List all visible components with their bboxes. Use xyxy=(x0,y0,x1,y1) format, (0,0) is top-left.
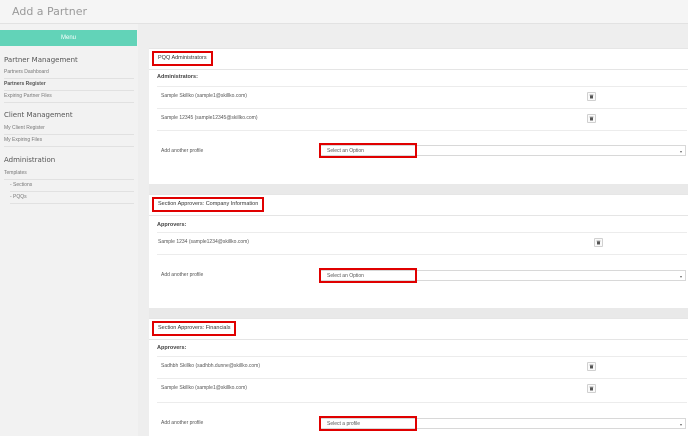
card-header: Section Approvers: Financials xyxy=(149,319,688,340)
card-subheading: Approvers: xyxy=(157,345,187,351)
add-profile-select[interactable]: Select a profile ▾ xyxy=(319,416,686,431)
remove-profile-button[interactable] xyxy=(587,92,596,101)
sidebar-item-partners-dashboard[interactable]: Partners Dashboard xyxy=(4,69,134,79)
trash-icon xyxy=(596,240,601,245)
remove-profile-button[interactable] xyxy=(587,384,596,393)
card-subheading: Administrators: xyxy=(157,74,198,80)
profile-name: Sample 1234 (sample1234@skillko.com) xyxy=(158,239,249,245)
chevron-down-icon: ▾ xyxy=(679,422,682,427)
add-profile-select[interactable]: Select an Option ▾ xyxy=(319,143,686,158)
sidebar-heading-administration: Administration xyxy=(4,156,56,164)
section-divider xyxy=(149,184,688,194)
trash-icon xyxy=(589,116,594,121)
select-value: Select an Option xyxy=(327,148,364,154)
profile-name: Sadhbh Skillko (sadhbh.dunne@skillko.com… xyxy=(161,363,261,369)
section-divider xyxy=(149,308,688,318)
pqq-administrators-card: PQQ Administrators Administrators: Sampl… xyxy=(149,48,688,184)
sidebar-item-my-expiring-files[interactable]: My Expiring Files xyxy=(4,137,134,147)
profile-name: Sample Skillko (sample1@skillko.com) xyxy=(161,93,247,99)
menu-button[interactable]: Menu xyxy=(0,30,137,46)
add-profile-label: Add another profile xyxy=(161,420,204,426)
financials-approvers-card: Section Approvers: Financials Approvers:… xyxy=(149,318,688,436)
profile-row: Sample Skillko (sample1@skillko.com) xyxy=(157,86,687,106)
card-title: Section Approvers: Financials xyxy=(152,321,237,336)
sidebar-item-my-client-register[interactable]: My Client Register xyxy=(4,125,134,135)
card-header: PQQ Administrators xyxy=(149,49,688,70)
profile-row: Sample 12345 (sample12345@skillko.com) xyxy=(157,108,687,128)
select-value: Select an Option xyxy=(327,273,364,279)
sidebar-item-partners-register[interactable]: Partners Register xyxy=(4,81,134,91)
add-profile-select[interactable]: Select an Option ▾ xyxy=(319,268,686,283)
trash-icon xyxy=(589,364,594,369)
sidebar-item-templates[interactable]: Templates xyxy=(4,170,134,180)
add-profile-label: Add another profile xyxy=(161,148,204,154)
remove-profile-button[interactable] xyxy=(594,238,603,247)
sidebar: Menu Partner Management Partners Dashboa… xyxy=(0,24,138,436)
sidebar-item-pqqs[interactable]: - PQQs xyxy=(10,194,134,204)
select-value: Select a profile xyxy=(327,421,361,427)
profile-row: Sadhbh Skillko (sadhbh.dunne@skillko.com… xyxy=(157,356,687,376)
profile-name: Sample 12345 (sample12345@skillko.com) xyxy=(161,115,258,121)
card-subheading: Approvers: xyxy=(157,222,187,228)
card-title: PQQ Administrators xyxy=(152,51,213,66)
card-title: Section Approvers: Company Information xyxy=(152,197,265,212)
sidebar-item-expiring-partner-files[interactable]: Expiring Partner Files xyxy=(4,93,134,103)
sidebar-item-sections[interactable]: - Sections xyxy=(10,182,134,192)
sidebar-heading-client-management: Client Management xyxy=(4,111,73,119)
profile-row: Sample 1234 (sample1234@skillko.com) xyxy=(157,232,687,252)
remove-profile-button[interactable] xyxy=(587,114,596,123)
add-profile-label: Add another profile xyxy=(161,272,204,278)
profile-row: Sample Skillko (sample1@skillko.com) xyxy=(157,378,687,398)
card-header: Section Approvers: Company Information xyxy=(149,195,688,216)
page-title: Add a Partner xyxy=(12,5,88,18)
top-bar: Add a Partner xyxy=(0,0,688,24)
company-information-approvers-card: Section Approvers: Company Information A… xyxy=(149,194,688,308)
chevron-down-icon: ▾ xyxy=(679,149,682,154)
profile-name: Sample Skillko (sample1@skillko.com) xyxy=(161,385,247,391)
trash-icon xyxy=(589,386,594,391)
chevron-down-icon: ▾ xyxy=(679,274,682,279)
sidebar-heading-partner-management: Partner Management xyxy=(4,56,78,64)
remove-profile-button[interactable] xyxy=(587,362,596,371)
trash-icon xyxy=(589,94,594,99)
